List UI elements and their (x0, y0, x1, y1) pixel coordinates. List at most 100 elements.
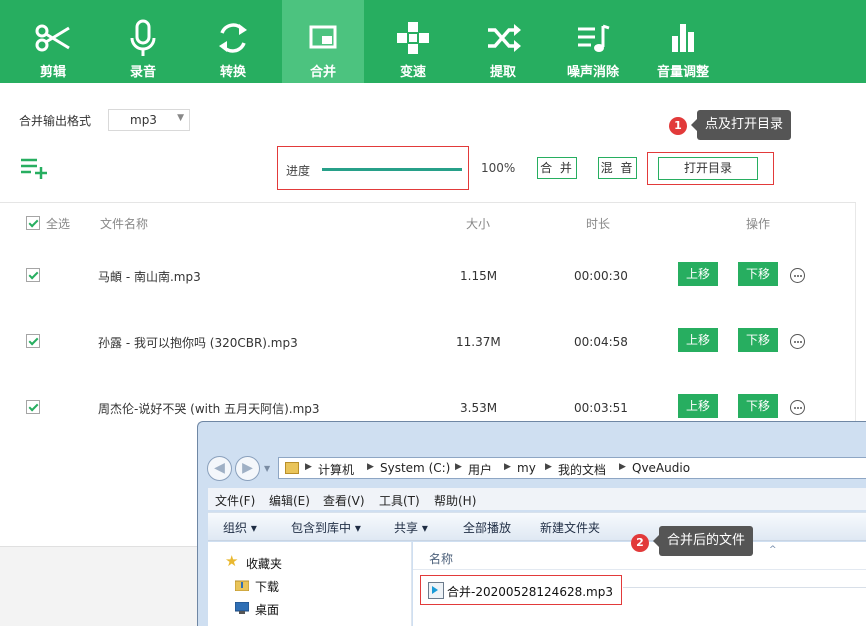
new-folder-button[interactable]: 新建文件夹 (540, 519, 600, 536)
forward-arrow-icon[interactable]: ▶ (235, 456, 260, 481)
desktop-icon (235, 602, 249, 614)
shuffle-icon (462, 18, 544, 58)
tool-convert-label: 转换 (219, 65, 246, 80)
select-all-label: 全选 (46, 217, 71, 231)
tool-cut[interactable]: 剪辑 (12, 0, 94, 83)
breadcrumb-qveaudio[interactable]: QveAudio (632, 461, 690, 475)
tool-speed-label: 变速 (399, 65, 426, 80)
breadcrumb-documents[interactable]: 我的文档 (558, 461, 606, 478)
col-header-actions: 操作 (746, 217, 771, 231)
menu-bar: 文件(F) 编辑(E) 查看(V) 工具(T) 帮助(H) (208, 488, 866, 510)
main-toolbar: 剪辑 录音 转换 合并 变速 提取 噪声消除 音量调整 (0, 0, 866, 83)
select-all-checkbox[interactable] (26, 216, 40, 230)
progress-percent: 100% (481, 161, 516, 175)
tool-cut-label: 剪辑 (39, 65, 66, 80)
move-up-button[interactable]: 上移 (678, 262, 718, 286)
col-header-name: 文件名称 (100, 217, 149, 231)
row-checkbox[interactable] (26, 400, 40, 414)
add-files-icon[interactable] (21, 157, 49, 182)
row-file-size: 3.53M (460, 401, 498, 415)
tool-volume-label: 音量调整 (656, 65, 709, 80)
menu-tools[interactable]: 工具(T) (379, 492, 420, 509)
col-header-duration: 时长 (586, 217, 611, 231)
tip-merged-file: 合并后的文件 (652, 526, 754, 556)
breadcrumb-separator-icon: ▶ (367, 462, 374, 472)
move-down-button[interactable]: 下移 (738, 262, 778, 286)
tool-record[interactable]: 录音 (102, 0, 184, 83)
share-button[interactable]: 共享 ▾ (394, 519, 428, 536)
tool-speed[interactable]: 变速 (372, 0, 454, 83)
move-up-button[interactable]: 上移 (678, 394, 718, 418)
col-header-filename[interactable]: 名称 (429, 550, 453, 567)
scissors-icon (12, 18, 94, 58)
breadcrumb-drive[interactable]: System (C:) (380, 461, 450, 475)
menu-help[interactable]: 帮助(H) (434, 492, 476, 509)
navigation-pane: ★ 收藏夹 下载 桌面 (208, 542, 412, 626)
tool-denoise[interactable]: 噪声消除 (552, 0, 634, 83)
breadcrumb-user[interactable]: my (517, 461, 536, 475)
menu-edit[interactable]: 编辑(E) (269, 492, 310, 509)
move-up-button[interactable]: 上移 (678, 328, 718, 352)
tool-convert[interactable]: 转换 (192, 0, 274, 83)
nav-favorites[interactable]: 收藏夹 (246, 555, 282, 572)
mp3-file-icon (428, 582, 444, 599)
more-options-icon[interactable] (790, 268, 805, 283)
tool-extract-label: 提取 (489, 65, 516, 80)
selection-line (623, 587, 866, 588)
mix-button[interactable]: 混 音 (598, 157, 637, 179)
more-options-icon[interactable] (790, 400, 805, 415)
favorites-star-icon: ★ (225, 552, 239, 570)
sort-arrow-icon: ^ (769, 545, 777, 555)
row-checkbox[interactable] (26, 334, 40, 348)
row-file-name: 孙露 - 我可以抱你吗 (320CBR).mp3 (98, 336, 298, 350)
footer-area (0, 547, 200, 626)
include-library-button[interactable]: 包含到库中 ▾ (291, 519, 361, 536)
row-file-size: 1.15M (460, 269, 498, 283)
folder-icon (285, 462, 299, 474)
noise-list-icon (552, 18, 634, 58)
row-duration: 00:00:30 (574, 269, 628, 283)
nav-desktop[interactable]: 桌面 (255, 601, 279, 618)
open-directory-button[interactable]: 打开目录 (658, 157, 758, 180)
progress-highlight: 进度 (277, 146, 469, 190)
volume-bars-icon (642, 18, 724, 58)
move-down-button[interactable]: 下移 (738, 328, 778, 352)
output-format-select[interactable]: mp3 ▼ (108, 109, 190, 131)
merged-file-name[interactable]: 合并-20200528124628.mp3 (447, 583, 613, 600)
breadcrumb-users[interactable]: 用户 (468, 461, 492, 478)
row-duration: 00:04:58 (574, 335, 628, 349)
output-format-label: 合并输出格式 (19, 114, 92, 128)
nav-downloads[interactable]: 下载 (255, 578, 279, 595)
col-header-size: 大小 (466, 217, 491, 231)
column-divider (413, 569, 866, 570)
breadcrumb-computer[interactable]: 计算机 (318, 461, 354, 478)
tool-extract[interactable]: 提取 (462, 0, 544, 83)
row-duration: 00:03:51 (574, 401, 628, 415)
progress-bar (322, 168, 462, 171)
back-arrow-icon[interactable]: ◀ (207, 456, 232, 481)
step-2-badge: 2 (631, 534, 649, 552)
tool-merge[interactable]: 合并 (282, 0, 364, 83)
file-list-pane: 名称 ^ 合并-20200528124628.mp3 (413, 542, 866, 626)
move-down-button[interactable]: 下移 (738, 394, 778, 418)
output-format-value: mp3 (130, 113, 157, 127)
address-bar[interactable]: ▶ 计算机 ▶ System (C:) ▶ 用户 ▶ my ▶ 我的文档 ▶ Q… (278, 457, 866, 479)
speed-icon (372, 18, 454, 58)
tool-volume[interactable]: 音量调整 (642, 0, 724, 83)
more-options-icon[interactable] (790, 334, 805, 349)
merge-window-icon (282, 18, 364, 58)
play-all-button[interactable]: 全部播放 (463, 519, 511, 536)
menu-file[interactable]: 文件(F) (215, 492, 255, 509)
row-file-name: 周杰伦-说好不哭 (with 五月天阿信).mp3 (98, 402, 320, 416)
menu-view[interactable]: 查看(V) (323, 492, 365, 509)
row-checkbox[interactable] (26, 268, 40, 282)
row-file-size: 11.37M (456, 335, 501, 349)
row-file-name: 马頔 - 南山南.mp3 (98, 270, 201, 284)
tool-record-label: 录音 (129, 65, 156, 80)
organize-button[interactable]: 组织 ▾ (223, 519, 257, 536)
open-dir-highlight: 打开目录 (647, 152, 774, 185)
history-dropdown-icon[interactable]: ▼ (264, 464, 270, 473)
merged-file-highlight: 合并-20200528124628.mp3 (420, 575, 622, 605)
header-divider (0, 202, 856, 203)
merge-button[interactable]: 合 并 (537, 157, 577, 179)
